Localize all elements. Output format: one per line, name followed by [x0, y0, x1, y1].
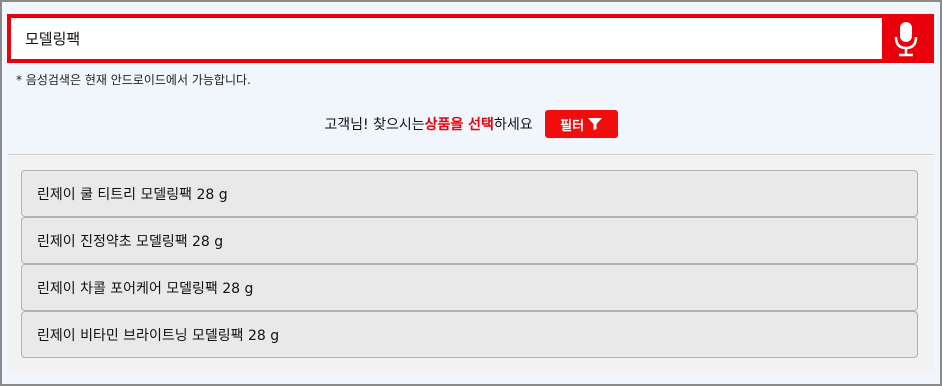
list-item[interactable]: 린제이 차콜 포어케어 모델링팩 28 g [21, 264, 918, 311]
search-bar [7, 14, 934, 63]
list-item[interactable]: 린제이 비타민 브라이트닝 모델링팩 28 g [21, 311, 918, 358]
microphone-icon [894, 21, 918, 56]
list-item[interactable]: 린제이 진정약초 모델링팩 28 g [21, 217, 918, 264]
voice-search-button[interactable] [882, 18, 930, 59]
funnel-icon [588, 118, 603, 130]
results-list: 린제이 쿨 티트리 모델링팩 28 g 린제이 진정약초 모델링팩 28 g 린… [21, 170, 918, 358]
filter-button[interactable]: 필터 [544, 110, 618, 138]
prompt-prefix: 고객님! 찾으시는 [324, 117, 425, 133]
filter-label: 필터 [560, 118, 585, 134]
list-item-label: 린제이 차콜 포어케어 모델링팩 28 g [37, 280, 254, 297]
divider [8, 154, 934, 155]
prompt-suffix: 하세요 [493, 117, 533, 133]
prompt-highlight: 상품을 선택 [424, 117, 494, 133]
search-input[interactable] [11, 18, 882, 59]
list-item-label: 린제이 쿨 티트리 모델링팩 28 g [37, 186, 228, 203]
list-item[interactable]: 린제이 쿨 티트리 모델링팩 28 g [21, 170, 918, 217]
list-item-label: 린제이 진정약초 모델링팩 28 g [37, 233, 224, 250]
select-product-prompt: 고객님! 찾으시는 상품을 선택 하세요 필터 [0, 110, 942, 138]
list-item-label: 린제이 비타민 브라이트닝 모델링팩 28 g [37, 327, 280, 344]
voice-search-note: * 음성검색은 현재 안드로이드에서 가능합니다. [16, 73, 251, 87]
